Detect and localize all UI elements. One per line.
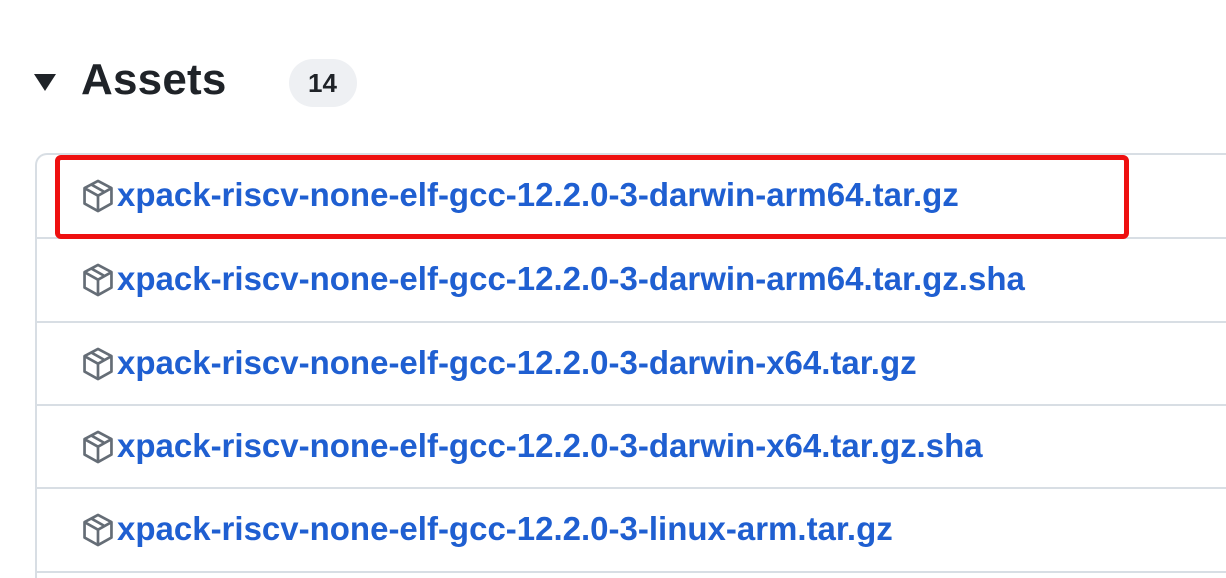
asset-row: xpack-riscv-none-elf-gcc-12.2.0-3-darwin… [37,238,1226,321]
package-icon [83,430,113,464]
asset-list: xpack-riscv-none-elf-gcc-12.2.0-3-darwin… [35,153,1226,578]
assets-title: Assets [81,55,227,104]
collapse-triangle-icon[interactable] [34,73,56,91]
assets-count-badge: 14 [288,59,357,107]
row-divider [37,571,1226,573]
asset-row: xpack-riscv-none-elf-gcc-12.2.0-3-darwin… [37,154,1226,237]
asset-row: xpack-riscv-none-elf-gcc-12.2.0-3-linux-… [37,488,1226,571]
asset-download-link[interactable]: xpack-riscv-none-elf-gcc-12.2.0-3-darwin… [117,427,983,465]
asset-download-link[interactable]: xpack-riscv-none-elf-gcc-12.2.0-3-darwin… [117,176,959,214]
asset-download-link[interactable]: xpack-riscv-none-elf-gcc-12.2.0-3-linux-… [117,510,893,548]
package-icon [83,263,113,297]
asset-download-link[interactable]: xpack-riscv-none-elf-gcc-12.2.0-3-darwin… [117,344,917,382]
package-icon [83,513,113,547]
assets-panel: Assets 14 xpack-riscv-none-elf-gcc-12.2.… [0,0,1226,578]
package-icon [83,347,113,381]
asset-download-link[interactable]: xpack-riscv-none-elf-gcc-12.2.0-3-darwin… [117,260,1025,298]
assets-header: Assets 14 [34,50,357,110]
asset-row: xpack-riscv-none-elf-gcc-12.2.0-3-darwin… [37,322,1226,405]
package-icon [83,179,113,213]
asset-row: xpack-riscv-none-elf-gcc-12.2.0-3-darwin… [37,405,1226,488]
